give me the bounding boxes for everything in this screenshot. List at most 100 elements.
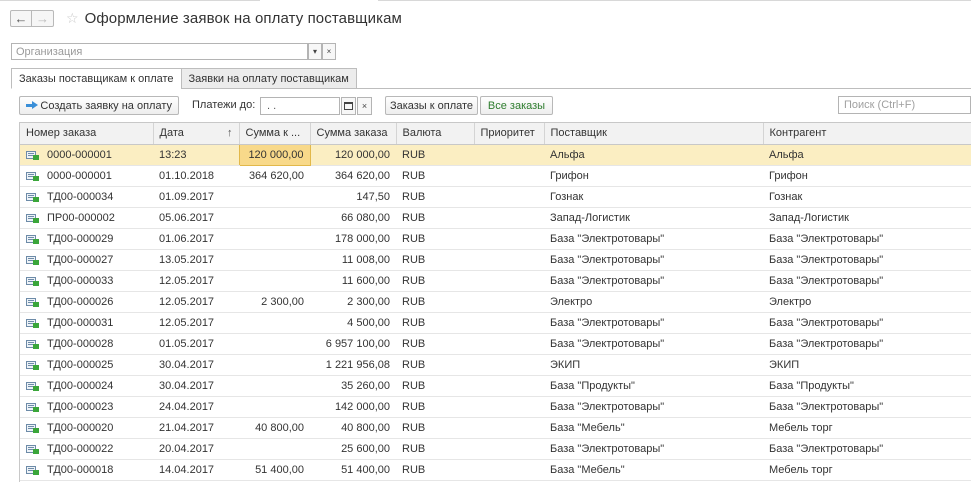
create-payment-request-button[interactable]: Создать заявку на оплату [19, 96, 179, 115]
table-row[interactable]: ТД00-000022 20.04.2017 25 600,00 RUB База "Э… [20, 438, 971, 460]
column-header-counterparty[interactable]: Контрагент [763, 123, 971, 145]
cell-priority[interactable] [474, 144, 544, 166]
cell-currency[interactable]: RUB [396, 438, 474, 460]
column-header-date[interactable]: Дата ↑ [153, 123, 240, 145]
cell-total[interactable]: 51 400,00 [310, 459, 396, 481]
cell-supplier[interactable]: Электро [544, 291, 763, 313]
cell-number[interactable]: ТД00-000034 [20, 186, 153, 208]
cell-currency[interactable]: RUB [396, 417, 474, 439]
cell-supplier[interactable]: Грифон [544, 165, 763, 187]
cell-counterparty[interactable]: База "Электротовары" [763, 396, 971, 418]
cell-number[interactable]: ТД00-000020 [20, 417, 153, 439]
cell-counterparty[interactable]: Грифон [763, 165, 971, 187]
cell-number[interactable]: ТД00-000023 [20, 396, 153, 418]
cell-number[interactable]: ТД00-000027 [20, 249, 153, 271]
cell-due[interactable]: 51 400,00 [239, 459, 310, 481]
table-row[interactable]: ТД00-000018 14.04.2017 51 400,00 51 400,00 R… [20, 459, 971, 481]
cell-date[interactable]: 05.06.2017 [153, 207, 239, 229]
cell-counterparty[interactable]: Запад-Логистик [763, 207, 971, 229]
cell-currency[interactable]: RUB [396, 144, 474, 166]
cell-total[interactable]: 11 600,00 [310, 270, 396, 292]
cell-priority[interactable] [474, 270, 544, 292]
cell-currency[interactable]: RUB [396, 333, 474, 355]
cell-priority[interactable] [474, 417, 544, 439]
cell-total[interactable]: 11 008,00 [310, 249, 396, 271]
cell-supplier[interactable]: База "Мебель" [544, 417, 763, 439]
table-row[interactable]: 0000-000001 13:23 120 000,00 120 000,00 RUB А… [20, 143, 971, 166]
back-button[interactable]: ← [10, 9, 32, 27]
table-row[interactable]: ТД00-000025 30.04.2017 1 221 956,08 RUB ЭКИП… [20, 354, 971, 376]
column-header-currency[interactable]: Валюта [396, 123, 475, 145]
cell-total[interactable]: 6 957 100,00 [310, 333, 396, 355]
favorite-star-icon[interactable]: ☆ [66, 11, 79, 25]
cell-priority[interactable] [474, 438, 544, 460]
organization-dropdown-button[interactable]: ▾ [308, 43, 322, 60]
cell-date[interactable]: 12.05.2017 [153, 270, 239, 292]
cell-due[interactable] [239, 375, 310, 397]
column-header-amount-due[interactable]: Сумма к ... [239, 123, 311, 145]
cell-counterparty[interactable]: Электро [763, 291, 971, 313]
cell-priority[interactable] [474, 459, 544, 481]
cell-total[interactable]: 147,50 [310, 186, 396, 208]
cell-priority[interactable] [474, 207, 544, 229]
cell-supplier[interactable]: ЭКИП [544, 354, 763, 376]
cell-date[interactable]: 12.05.2017 [153, 312, 239, 334]
cell-supplier[interactable]: Альфа [544, 144, 763, 166]
cell-supplier[interactable]: База "Мебель" [544, 459, 763, 481]
cell-currency[interactable]: RUB [396, 207, 474, 229]
cell-date[interactable]: 01.09.2017 [153, 186, 239, 208]
column-header-priority[interactable]: Приоритет [474, 123, 545, 145]
all-orders-button[interactable]: Все заказы [480, 96, 553, 115]
cell-currency[interactable]: RUB [396, 375, 474, 397]
cell-number[interactable]: ТД00-000026 [20, 291, 153, 313]
cell-date[interactable]: 30.04.2017 [153, 354, 239, 376]
cell-counterparty[interactable]: База "Электротовары" [763, 249, 971, 271]
cell-due[interactable] [239, 354, 310, 376]
cell-number[interactable]: ТД00-000025 [20, 354, 153, 376]
cell-counterparty[interactable]: Альфа [763, 144, 971, 166]
cell-date[interactable]: 01.06.2017 [153, 228, 239, 250]
forward-button[interactable]: → [32, 9, 54, 27]
cell-number[interactable]: ПР00-000002 [20, 207, 153, 229]
column-header-order-amount[interactable]: Сумма заказа [310, 123, 397, 145]
cell-priority[interactable] [474, 312, 544, 334]
cell-currency[interactable]: RUB [396, 249, 474, 271]
cell-number[interactable]: 0000-000001 [20, 165, 153, 187]
cell-priority[interactable] [474, 354, 544, 376]
column-header-supplier[interactable]: Поставщик [544, 123, 764, 145]
cell-currency[interactable]: RUB [396, 291, 474, 313]
cell-currency[interactable]: RUB [396, 165, 474, 187]
cell-priority[interactable] [474, 291, 544, 313]
cell-priority[interactable] [474, 249, 544, 271]
table-row[interactable]: ТД00-000026 12.05.2017 2 300,00 2 300,00 RUB… [20, 291, 971, 313]
cell-due[interactable]: 364 620,00 [239, 165, 310, 187]
cell-number[interactable]: ТД00-000018 [20, 459, 153, 481]
cell-currency[interactable]: RUB [396, 396, 474, 418]
table-row[interactable]: ТД00-000033 12.05.2017 11 600,00 RUB База "Э… [20, 270, 971, 292]
cell-counterparty[interactable]: Гознак [763, 186, 971, 208]
cell-total[interactable]: 25 600,00 [310, 438, 396, 460]
cell-date[interactable]: 01.10.2018 [153, 165, 239, 187]
cell-priority[interactable] [474, 228, 544, 250]
cell-currency[interactable]: RUB [396, 270, 474, 292]
cell-supplier[interactable]: База "Продукты" [544, 375, 763, 397]
cell-total[interactable]: 120 000,00 [310, 144, 396, 166]
calendar-button[interactable] [341, 97, 356, 115]
cell-due[interactable]: 40 800,00 [239, 417, 310, 439]
cell-currency[interactable]: RUB [396, 186, 474, 208]
column-header-order-number[interactable]: Номер заказа [20, 123, 154, 145]
table-row[interactable]: ТД00-000028 01.05.2017 6 957 100,00 RUB База… [20, 333, 971, 355]
cell-supplier[interactable]: База "Электротовары" [544, 333, 763, 355]
cell-counterparty[interactable]: База "Электротовары" [763, 270, 971, 292]
cell-due[interactable] [239, 396, 310, 418]
cell-date[interactable]: 12.05.2017 [153, 291, 239, 313]
cell-supplier[interactable]: База "Электротовары" [544, 438, 763, 460]
cell-total[interactable]: 178 000,00 [310, 228, 396, 250]
cell-total[interactable]: 2 300,00 [310, 291, 396, 313]
payments-date-input[interactable]: . . [260, 97, 340, 115]
cell-priority[interactable] [474, 186, 544, 208]
cell-due[interactable] [239, 438, 310, 460]
cell-currency[interactable]: RUB [396, 312, 474, 334]
cell-priority[interactable] [474, 333, 544, 355]
cell-currency[interactable]: RUB [396, 228, 474, 250]
